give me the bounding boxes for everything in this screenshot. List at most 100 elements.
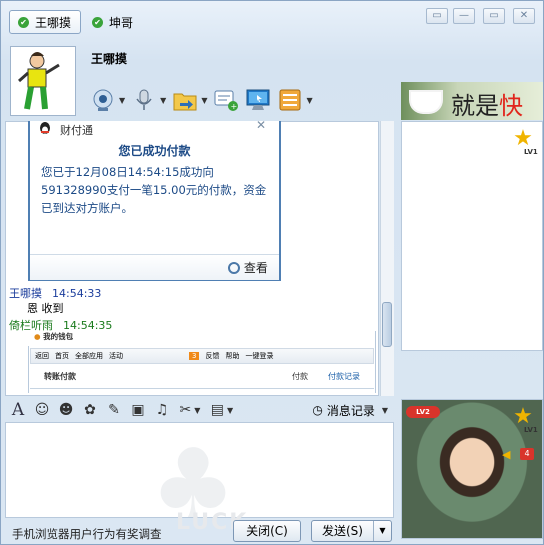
contact-show-panel: ★ LV1 xyxy=(401,121,543,351)
ad-banner[interactable]: 就是快 xyxy=(401,82,543,120)
apps-icon xyxy=(279,89,301,111)
contact-name: 王哪摸 xyxy=(91,52,128,66)
magic-emoji-button[interactable]: ☻ xyxy=(56,401,76,419)
chevron-down-icon: ▼ xyxy=(119,95,126,105)
music-button[interactable]: ♫ xyxy=(152,401,172,419)
cartoon-figure-icon xyxy=(18,52,60,110)
online-check-icon: ✔ xyxy=(92,16,103,28)
level-badge: LV1 xyxy=(524,148,538,156)
pencil-icon: ✎ xyxy=(108,402,120,418)
minimize-button[interactable]: — xyxy=(453,8,475,24)
notification-badge: 4 xyxy=(520,448,534,460)
tab-label: 坤哥 xyxy=(109,15,134,30)
message-header: 王哪摸 14:54:33 xyxy=(9,285,101,301)
chevron-down-icon: ▼ xyxy=(306,95,313,105)
remote-desktop-icon xyxy=(246,89,270,110)
star-icon: ★ xyxy=(513,404,533,429)
penguin-icon: ● xyxy=(34,332,41,341)
chat-toolbar: ▼ ▼ ▼ + ▼ xyxy=(88,84,315,116)
my-show-panel[interactable]: LV2 ★ LV1 ◀ 4 xyxy=(401,399,543,539)
magic-face-icon: ☻ xyxy=(58,402,74,418)
page-tab-records: 付款记录 xyxy=(328,372,360,381)
nav-login: 一键登录 xyxy=(245,352,274,360)
webcam-icon xyxy=(93,89,113,111)
page-title: 转账付款 xyxy=(44,372,76,381)
send-label: 发送(S) xyxy=(322,524,363,538)
sms-icon: + xyxy=(214,90,239,111)
voice-button[interactable]: ▼ xyxy=(129,85,168,115)
payment-heading: 您已成功付款 xyxy=(118,144,191,158)
sms-button[interactable]: + xyxy=(211,85,241,115)
restore-button[interactable]: ▭ xyxy=(426,8,448,24)
level-text: LV2 xyxy=(416,408,430,416)
send-image-button[interactable]: ▣ xyxy=(128,401,148,419)
screenshot-header: ● 我的钱包 xyxy=(28,331,374,346)
remote-assist-button[interactable] xyxy=(243,85,273,115)
level-badge-red: LV2 xyxy=(406,406,440,418)
nav-home: 首页 xyxy=(55,352,69,360)
chevron-down-icon: ▼ xyxy=(381,405,388,415)
poke-icon: ✿ xyxy=(84,402,96,418)
banner-text: 就是 xyxy=(451,92,499,120)
webcam-button[interactable]: ▼ xyxy=(88,85,127,115)
image-icon: ▣ xyxy=(131,402,145,418)
close-icon[interactable]: ✕ xyxy=(256,118,266,132)
screenshot-page: 转账付款 付款 付款记录 xyxy=(30,366,374,389)
font-button[interactable]: A xyxy=(8,400,28,420)
scrollbar-thumb[interactable] xyxy=(382,302,392,347)
nav-feedback: 反馈 xyxy=(205,352,220,360)
wallet-title: 我的钱包 xyxy=(43,332,74,341)
more-tools-button[interactable]: ▤ ▼ xyxy=(208,401,236,419)
message-scrollbar[interactable] xyxy=(380,121,394,396)
poke-button[interactable]: ✿ xyxy=(80,401,100,419)
message-time: 14:54:33 xyxy=(52,287,102,300)
speaker-icon: ◀ xyxy=(502,448,511,461)
coffee-cup-icon xyxy=(411,92,441,112)
emoji-button[interactable]: ☺ xyxy=(32,401,52,419)
send-options-button[interactable]: ▼ xyxy=(373,521,391,541)
payment-source-label: 财付通 xyxy=(60,124,93,137)
scissors-icon: ✂ xyxy=(179,402,192,418)
doodle-button[interactable]: ✎ xyxy=(104,401,124,419)
maximize-button[interactable]: ▭ xyxy=(483,8,505,24)
view-link[interactable]: 查看 xyxy=(228,259,268,276)
close-window-button[interactable]: ✕ xyxy=(513,8,535,24)
page-tab-pay: 付款 xyxy=(292,372,308,381)
chevron-down-icon: ▼ xyxy=(201,95,208,105)
chevron-down-icon: ▼ xyxy=(227,405,234,415)
font-icon: A xyxy=(11,400,25,420)
close-button[interactable]: 关闭(C) xyxy=(233,520,301,542)
screenshot-button[interactable]: ✂ ▼ xyxy=(176,401,204,419)
nav-apps: 全部应用 xyxy=(75,352,103,360)
nav-help: 帮助 xyxy=(225,352,240,360)
smiley-icon: ☺ xyxy=(34,402,50,418)
view-label: 查看 xyxy=(243,261,268,275)
sender-name: 王哪摸 xyxy=(9,287,42,300)
banner-accent-text: 快 xyxy=(499,92,523,120)
message-text: 恩 收到 xyxy=(27,302,64,315)
file-transfer-button[interactable]: ▼ xyxy=(170,85,209,115)
online-check-icon: ✔ xyxy=(18,16,29,28)
toolbox-icon: ▤ xyxy=(210,402,225,418)
clock-icon: ◷ xyxy=(312,403,323,417)
send-button[interactable]: 发送(S) ▼ xyxy=(311,520,392,542)
svg-text:+: + xyxy=(231,102,238,111)
tab-contact-1[interactable]: ✔ 王哪摸 xyxy=(9,10,81,34)
message-history-button[interactable]: ◷ 消息记录 ▼ xyxy=(312,402,394,419)
nav-events: 活动 xyxy=(109,352,123,360)
tab-label: 王哪摸 xyxy=(35,15,72,30)
folder-transfer-icon xyxy=(173,93,197,111)
apps-button[interactable]: ▼ xyxy=(275,85,314,115)
survey-link[interactable]: 手机浏览器用户行为有奖调查 xyxy=(12,526,162,542)
nav-count-badge: 3 xyxy=(189,352,200,360)
screenshot-nav: 返回 首页 全部应用 活动 3 反馈 帮助 一键登录 xyxy=(30,348,374,364)
penguin-icon xyxy=(38,122,52,134)
contact-avatar[interactable] xyxy=(10,46,76,116)
history-label: 消息记录 xyxy=(326,403,375,418)
payment-message: 您已于12月08日14:54:15成功向591328990支付一笔15.00元的… xyxy=(41,165,267,215)
microphone-icon xyxy=(136,89,152,110)
input-toolbar: A ☺ ☻ ✿ ✎ ▣ ♫ ✂ ▼ ▤ ▼ ◷ 消息记录 ▼ xyxy=(8,399,394,421)
star-icon: ★ xyxy=(513,126,533,151)
tab-contact-2[interactable]: ✔ 坤哥 xyxy=(84,10,144,34)
level-badge: LV1 xyxy=(524,426,538,434)
